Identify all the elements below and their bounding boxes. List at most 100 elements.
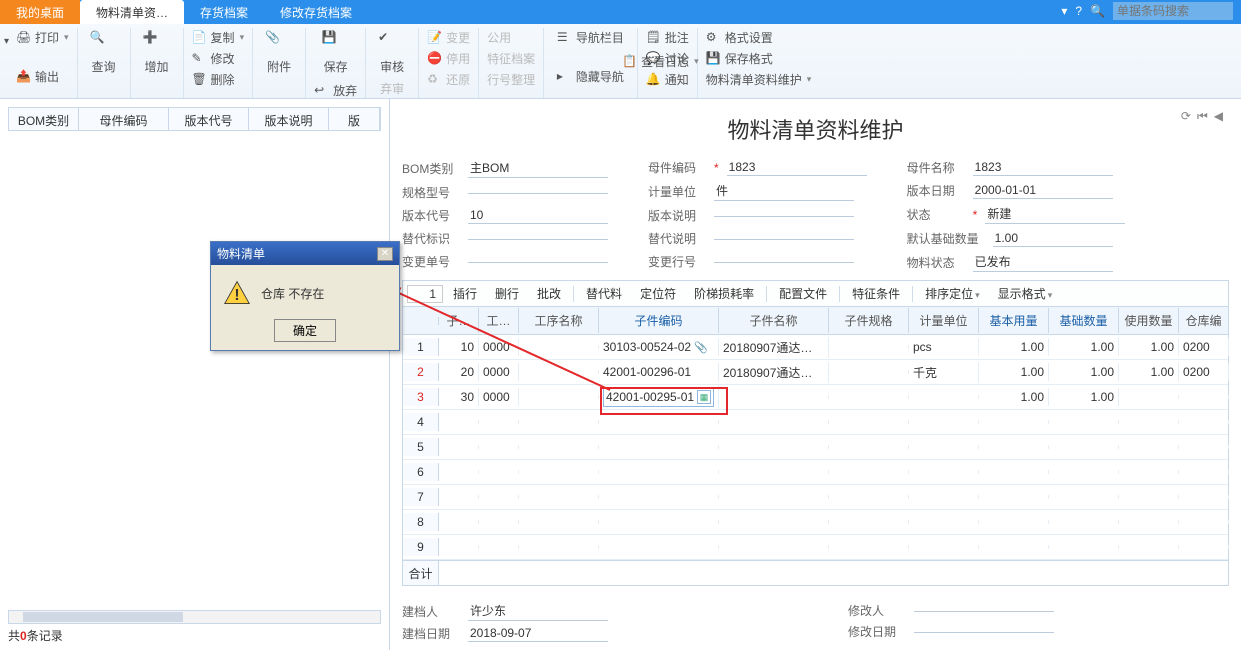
value-bom-type[interactable]: 主BOM bbox=[468, 159, 608, 178]
table-row[interactable]: 6 bbox=[403, 460, 1228, 485]
table-cell[interactable] bbox=[479, 470, 519, 474]
modify-button[interactable]: ✎修改 bbox=[190, 49, 247, 68]
table-cell[interactable] bbox=[829, 445, 909, 449]
table-cell[interactable]: 8 bbox=[403, 513, 439, 531]
th-child-name[interactable]: 子件名称 bbox=[719, 308, 829, 333]
th-base-use[interactable]: 基本用量 bbox=[979, 308, 1049, 333]
help-icon[interactable]: ? bbox=[1075, 4, 1082, 18]
table-cell[interactable]: 9 bbox=[403, 538, 439, 556]
delete-button[interactable]: 🗑删除 bbox=[190, 70, 247, 89]
maintain-button[interactable]: 物料清单资料维护▾ bbox=[704, 70, 814, 89]
value-parent-name[interactable]: 1823 bbox=[973, 160, 1113, 176]
table-cell[interactable]: 30103-00524-02 📎 bbox=[599, 338, 719, 356]
table-cell[interactable] bbox=[479, 495, 519, 499]
value-version-date[interactable]: 2000-01-01 bbox=[973, 183, 1113, 199]
th-base-qty[interactable]: 基础数量 bbox=[1049, 308, 1119, 333]
table-cell[interactable] bbox=[719, 395, 829, 399]
th-sub[interactable]: 子… bbox=[439, 308, 479, 333]
table-cell[interactable]: 20180907通达… bbox=[719, 337, 829, 358]
table-row[interactable]: 7 bbox=[403, 485, 1228, 510]
table-cell[interactable] bbox=[519, 445, 599, 449]
sort-locate-button[interactable]: 排序定位▾ bbox=[917, 283, 988, 304]
table-cell[interactable]: 1.00 bbox=[979, 338, 1049, 356]
tab-desktop[interactable]: 我的桌面 bbox=[0, 0, 80, 24]
table-cell[interactable]: 0000 bbox=[479, 363, 519, 381]
comment-button[interactable]: 🗒批注 bbox=[644, 28, 691, 47]
col-bom-type[interactable]: BOM类别 bbox=[9, 108, 79, 130]
table-cell[interactable] bbox=[519, 545, 599, 549]
table-cell[interactable] bbox=[909, 520, 979, 524]
table-cell[interactable]: 千克 bbox=[909, 362, 979, 383]
th-use-qty[interactable]: 使用数量 bbox=[1119, 308, 1179, 333]
table-cell[interactable]: 0200 bbox=[1179, 338, 1229, 356]
table-cell[interactable] bbox=[519, 520, 599, 524]
dialog-close-button[interactable]: ✕ bbox=[377, 247, 393, 261]
table-cell[interactable] bbox=[519, 495, 599, 499]
value-replace-desc[interactable] bbox=[714, 238, 854, 240]
hide-nav-button[interactable]: ▸隐藏导航 bbox=[555, 67, 626, 86]
table-cell[interactable]: 42001-00296-01 bbox=[599, 363, 719, 381]
table-cell[interactable] bbox=[599, 520, 719, 524]
change-button[interactable]: 📝变更 bbox=[425, 28, 472, 47]
refresh-icon[interactable]: ⟳ bbox=[1181, 109, 1191, 124]
value-material-status[interactable]: 已发布 bbox=[973, 253, 1113, 272]
alt-material-button[interactable]: 替代料 bbox=[578, 283, 630, 304]
insert-row-button[interactable]: 插行 bbox=[445, 283, 485, 304]
table-row[interactable]: 220000042001-00296-0120180907通达…千克1.001.… bbox=[403, 360, 1228, 385]
copy-button[interactable]: 📄复制▾ bbox=[190, 28, 247, 47]
rownum-input[interactable]: 1 bbox=[407, 285, 443, 303]
save-button[interactable]: 💾保存 bbox=[316, 28, 356, 77]
table-cell[interactable]: 7 bbox=[403, 488, 439, 506]
table-cell[interactable] bbox=[979, 420, 1049, 424]
stop-button[interactable]: ⛔停用 bbox=[425, 49, 472, 68]
table-cell[interactable]: 3 bbox=[403, 388, 439, 406]
table-row[interactable]: 5 bbox=[403, 435, 1228, 460]
table-cell[interactable] bbox=[479, 520, 519, 524]
table-cell[interactable] bbox=[1049, 445, 1119, 449]
table-cell[interactable] bbox=[1049, 420, 1119, 424]
table-cell[interactable]: 0000 bbox=[479, 338, 519, 356]
table-row[interactable]: 9 bbox=[403, 535, 1228, 560]
table-cell[interactable]: 6 bbox=[403, 463, 439, 481]
ribbon-dropdown-icon[interactable]: ▾ bbox=[4, 36, 9, 47]
table-cell[interactable] bbox=[519, 420, 599, 424]
table-cell[interactable] bbox=[439, 470, 479, 474]
nav-bar-button[interactable]: ☰导航栏目 bbox=[555, 28, 626, 47]
dialog-ok-button[interactable]: 确定 bbox=[274, 319, 336, 342]
th-proc[interactable]: 工… bbox=[479, 308, 519, 333]
table-cell[interactable] bbox=[829, 345, 909, 349]
value-spec[interactable] bbox=[468, 192, 608, 194]
col-parent-code[interactable]: 母件编码 bbox=[79, 108, 169, 130]
display-mode-button[interactable]: 显示格式▾ bbox=[990, 283, 1061, 304]
table-cell[interactable] bbox=[829, 420, 909, 424]
th-unit[interactable]: 计量单位 bbox=[909, 308, 979, 333]
table-cell[interactable] bbox=[519, 345, 599, 349]
table-cell[interactable] bbox=[1049, 520, 1119, 524]
table-cell[interactable] bbox=[1179, 420, 1229, 424]
search-input[interactable] bbox=[1113, 2, 1233, 20]
query-button[interactable]: 🔍查询 bbox=[84, 28, 124, 77]
table-cell[interactable] bbox=[599, 445, 719, 449]
table-cell[interactable] bbox=[439, 420, 479, 424]
line-cleanup-button[interactable]: 行号整理 bbox=[485, 70, 537, 89]
value-change-line[interactable] bbox=[714, 261, 854, 263]
th-child-spec[interactable]: 子件规格 bbox=[829, 308, 909, 333]
col-version-desc[interactable]: 版本说明 bbox=[249, 108, 329, 130]
locator-button[interactable]: 定位符 bbox=[632, 283, 684, 304]
value-version-code[interactable]: 10 bbox=[468, 208, 608, 224]
table-cell[interactable] bbox=[909, 470, 979, 474]
notify-button[interactable]: 🔔通知 bbox=[644, 70, 691, 89]
table-cell[interactable]: 1.00 bbox=[1049, 363, 1119, 381]
feature-file-button[interactable]: 特征档案 bbox=[485, 49, 537, 68]
tab-material-bom[interactable]: 物料清单资… bbox=[80, 0, 184, 24]
table-cell[interactable]: 20180907通达… bbox=[719, 362, 829, 383]
table-cell[interactable] bbox=[829, 395, 909, 399]
table-cell[interactable] bbox=[1049, 470, 1119, 474]
table-cell[interactable] bbox=[1049, 495, 1119, 499]
table-cell[interactable] bbox=[599, 545, 719, 549]
table-cell[interactable] bbox=[479, 445, 519, 449]
value-change-no[interactable] bbox=[468, 261, 608, 263]
table-cell[interactable]: 1.00 bbox=[1049, 338, 1119, 356]
table-cell[interactable]: 20 bbox=[439, 363, 479, 381]
minimize-icon[interactable]: ▾ bbox=[1061, 4, 1067, 18]
